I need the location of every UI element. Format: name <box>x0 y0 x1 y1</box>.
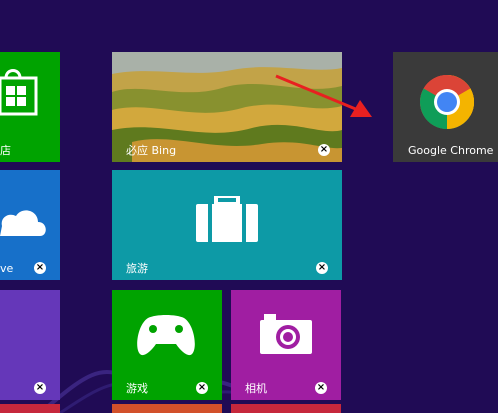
skydrive-tile[interactable]: ve × <box>0 170 60 280</box>
suitcase-icon <box>196 196 258 242</box>
camera-icon <box>260 314 312 354</box>
skydrive-tile-label: ve <box>0 262 14 275</box>
store-tile[interactable]: 店 <box>0 52 60 162</box>
chrome-logo-icon <box>419 74 475 130</box>
purple-tile[interactable]: × <box>0 290 60 400</box>
bing-tile-label: 必应 Bing <box>126 144 177 157</box>
camera-tile-label: 相机 <box>245 382 267 395</box>
partial-tile[interactable] <box>112 404 222 413</box>
games-tile-label: 游戏 <box>126 382 148 395</box>
unpin-badge-icon[interactable]: × <box>315 382 327 394</box>
games-tile[interactable]: 游戏 × <box>112 290 222 400</box>
unpin-badge-icon[interactable]: × <box>316 262 328 274</box>
travel-tile-label: 旅游 <box>126 262 148 275</box>
chrome-tile[interactable]: Google Chrome <box>393 52 498 162</box>
chrome-tile-label: Google Chrome <box>408 144 494 157</box>
partial-tile[interactable] <box>231 404 341 413</box>
unpin-badge-icon[interactable]: × <box>34 262 46 274</box>
store-tile-label: 店 <box>0 144 11 157</box>
unpin-badge-icon[interactable]: × <box>34 382 46 394</box>
bing-tile[interactable]: 必应 Bing × <box>112 52 342 162</box>
camera-tile[interactable]: 相机 × <box>231 290 341 400</box>
travel-tile[interactable]: 旅游 × <box>112 170 342 280</box>
xbox-controller-icon <box>137 315 195 356</box>
start-screen: 店 ve × × 必应 Bing × Google Chrome 旅游 × 游戏… <box>0 0 498 413</box>
partial-tile[interactable] <box>0 404 60 413</box>
unpin-badge-icon[interactable]: × <box>196 382 208 394</box>
store-icon <box>0 69 38 116</box>
unpin-badge-icon[interactable]: × <box>318 144 330 156</box>
cloud-icon <box>0 210 46 236</box>
